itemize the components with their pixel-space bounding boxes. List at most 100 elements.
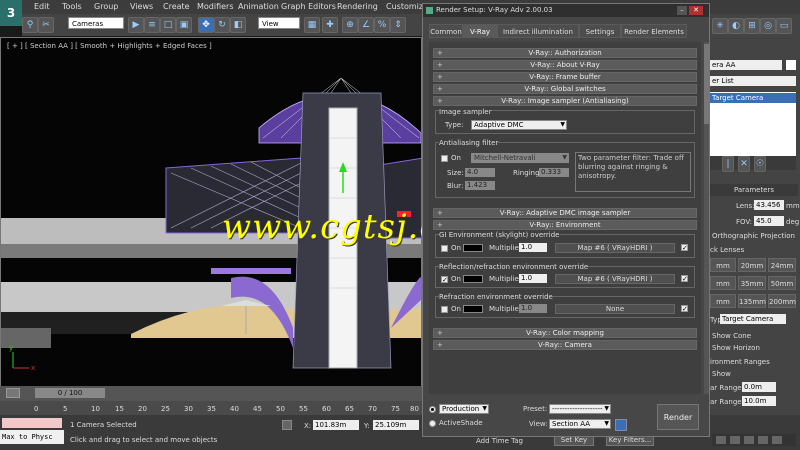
lens-button[interactable]: 200mm bbox=[768, 294, 796, 308]
ringing-field[interactable]: 0.333 bbox=[539, 168, 569, 177]
menu-graph-editors[interactable]: Graph Editors bbox=[281, 2, 336, 11]
menu-animation[interactable]: Animation bbox=[238, 2, 279, 11]
refr-map-checkbox[interactable]: ✓ bbox=[681, 305, 688, 313]
rollout-global-switches[interactable]: + V-Ray:: Global switches bbox=[433, 84, 697, 94]
refl-map-checkbox[interactable]: ✓ bbox=[681, 275, 688, 283]
rollout-camera[interactable]: + V-Ray:: Camera bbox=[433, 340, 697, 350]
dialog-title-bar[interactable]: Render Setup: V-Ray Adv 2.00.03 bbox=[423, 4, 709, 17]
rollout-image-sampler[interactable]: + V-Ray:: Image sampler (Antialiasing) bbox=[433, 96, 697, 106]
remove-modifier-icon[interactable]: ✕ bbox=[738, 156, 750, 172]
gi-color-swatch[interactable] bbox=[463, 244, 483, 252]
select-icon[interactable]: ▶ bbox=[128, 17, 144, 33]
lens-button[interactable]: mm bbox=[710, 276, 736, 290]
rollout-color-mapping[interactable]: + V-Ray:: Color mapping bbox=[433, 328, 697, 338]
pan-icon[interactable] bbox=[744, 436, 754, 444]
pivot-icon[interactable]: ▦ bbox=[304, 17, 320, 33]
menu-group[interactable]: Group bbox=[94, 2, 118, 11]
tab-settings[interactable]: Settings bbox=[579, 24, 621, 38]
x-coord-field[interactable]: 101.83m bbox=[313, 420, 359, 430]
lens-button[interactable]: mm bbox=[710, 258, 736, 272]
orthographic-checkbox[interactable]: Orthographic Projection bbox=[712, 232, 795, 240]
gi-on-checkbox[interactable] bbox=[441, 245, 448, 252]
menu-edit[interactable]: Edit bbox=[34, 2, 50, 11]
app-logo[interactable]: 3 bbox=[0, 0, 22, 26]
dialog-scrollbar-thumb[interactable] bbox=[704, 44, 709, 124]
preset-dropdown[interactable]: -------------------- ▼ bbox=[549, 404, 611, 414]
rotate-icon[interactable]: ↻ bbox=[214, 17, 230, 33]
close-icon[interactable]: ✕ bbox=[689, 6, 703, 15]
menu-modifiers[interactable]: Modifiers bbox=[197, 2, 234, 11]
y-coord-field[interactable]: 25.109m bbox=[373, 420, 419, 430]
refr-color-swatch[interactable] bbox=[463, 305, 483, 313]
rect-select-icon[interactable]: □ bbox=[160, 17, 176, 33]
near-range-field[interactable]: 0.0m bbox=[742, 382, 776, 392]
render-button[interactable]: Render bbox=[657, 404, 699, 430]
menu-customize[interactable]: Customiz bbox=[386, 2, 423, 11]
move-icon[interactable]: ✥ bbox=[198, 17, 214, 33]
percent-snap-icon[interactable]: % bbox=[374, 17, 390, 33]
time-slider[interactable]: 0 / 100 bbox=[35, 388, 105, 398]
refl-multiplier-field[interactable]: 1.0 bbox=[519, 274, 547, 283]
aa-filter-dropdown[interactable]: Mitchell-Netravali ▼ bbox=[471, 153, 569, 163]
parameters-rollout[interactable]: Parameters bbox=[710, 184, 798, 196]
menu-create[interactable]: Create bbox=[163, 2, 190, 11]
lens-button[interactable]: 35mm bbox=[738, 276, 766, 290]
hierarchy-tab-icon[interactable]: ⊞ bbox=[744, 18, 760, 34]
sampler-type-dropdown[interactable]: Adaptive DMC ▼ bbox=[471, 120, 567, 130]
tab-render-elements[interactable]: Render Elements bbox=[621, 24, 687, 38]
blur-field[interactable]: 1.423 bbox=[465, 181, 495, 190]
camera-type-dropdown[interactable]: Target Camera bbox=[720, 314, 786, 324]
aa-on-checkbox[interactable] bbox=[441, 155, 448, 162]
modify-tab-icon[interactable]: ◐ bbox=[728, 18, 744, 34]
snap-icon[interactable]: ⊕ bbox=[342, 17, 358, 33]
lens-button[interactable]: mm bbox=[710, 294, 736, 308]
far-range-field[interactable]: 10.0m bbox=[742, 396, 776, 406]
rollout-scroll-area[interactable]: + V-Ray:: Authorization + V-Ray:: About V-… bbox=[429, 42, 701, 394]
env-show-checkbox[interactable]: Show bbox=[712, 370, 731, 378]
rollout-about-vray[interactable]: + V-Ray:: About V-Ray bbox=[433, 60, 697, 70]
zoom-icon[interactable] bbox=[730, 436, 740, 444]
window-crossing-icon[interactable]: ▣ bbox=[176, 17, 192, 33]
maximize-icon[interactable] bbox=[772, 436, 782, 444]
pin-stack-icon[interactable]: | bbox=[722, 156, 734, 172]
select-by-name-icon[interactable]: ≡ bbox=[144, 17, 160, 33]
add-time-tag[interactable]: Add Time Tag bbox=[476, 437, 523, 445]
tab-common[interactable]: Common bbox=[429, 24, 463, 38]
rollout-authorization[interactable]: + V-Ray:: Authorization bbox=[433, 48, 697, 58]
refl-on-checkbox[interactable]: ✓ bbox=[441, 276, 448, 284]
production-dropdown[interactable]: Production ▼ bbox=[439, 404, 489, 414]
lens-button[interactable]: 135mm bbox=[738, 294, 766, 308]
stack-item-target-camera[interactable]: Target Camera bbox=[710, 93, 796, 103]
motion-tab-icon[interactable]: ◎ bbox=[760, 18, 776, 34]
link-icon[interactable]: ⚲ bbox=[22, 17, 38, 33]
show-horizon-checkbox[interactable]: Show Horizon bbox=[712, 344, 760, 352]
fov-field[interactable]: 45.0 bbox=[754, 216, 784, 226]
configure-icon[interactable]: ☉ bbox=[754, 156, 766, 172]
menu-rendering[interactable]: Rendering bbox=[337, 2, 378, 11]
lens-button[interactable]: 50mm bbox=[768, 276, 796, 290]
scale-icon[interactable]: ◧ bbox=[230, 17, 246, 33]
minimize-icon[interactable]: – bbox=[677, 6, 687, 15]
play-icon[interactable] bbox=[716, 436, 726, 444]
refr-on-checkbox[interactable] bbox=[441, 306, 448, 313]
reference-coord-dropdown[interactable]: View bbox=[258, 17, 300, 29]
rollout-environment[interactable]: + V-Ray:: Environment bbox=[433, 220, 697, 230]
gi-multiplier-field[interactable]: 1.0 bbox=[519, 243, 547, 252]
activeshade-radio[interactable] bbox=[429, 420, 436, 427]
tab-indirect-illumination[interactable]: Indirect illumination bbox=[497, 24, 579, 38]
tab-vray[interactable]: V-Ray bbox=[463, 24, 497, 38]
mini-curve-icon[interactable] bbox=[6, 388, 20, 398]
refl-map-button[interactable]: Map #6 ( VRayHDRI ) bbox=[555, 274, 675, 284]
rollout-adaptive-dmc[interactable]: + V-Ray:: Adaptive DMC image sampler bbox=[433, 208, 697, 218]
display-tab-icon[interactable]: ▭ bbox=[776, 18, 792, 34]
unlink-icon[interactable]: ✂ bbox=[38, 17, 54, 33]
spinner-snap-icon[interactable]: ⇕ bbox=[390, 17, 406, 33]
view-dropdown[interactable]: Section AA ▼ bbox=[549, 419, 611, 429]
select-manipulate-icon[interactable]: ✚ bbox=[322, 17, 338, 33]
refl-color-swatch[interactable] bbox=[463, 275, 483, 283]
create-tab-icon[interactable]: ✳ bbox=[712, 18, 728, 34]
rollout-frame-buffer[interactable]: + V-Ray:: Frame buffer bbox=[433, 72, 697, 82]
maxscript-mini-listener[interactable]: Max to Physc bbox=[0, 430, 64, 444]
refr-multiplier-field[interactable]: 1.0 bbox=[519, 304, 547, 313]
selection-filter-dropdown[interactable]: Cameras bbox=[68, 17, 124, 29]
